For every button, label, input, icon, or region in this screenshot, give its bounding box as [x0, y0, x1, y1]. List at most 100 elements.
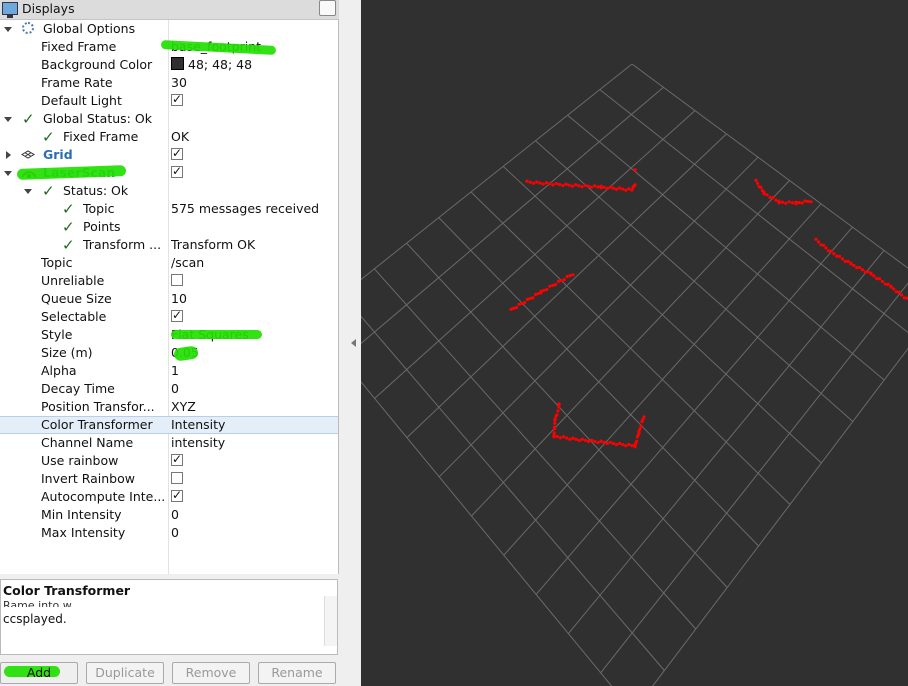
- scan-point: [816, 240, 821, 244]
- tree-row-channel-name[interactable]: Channel Name intensity: [0, 434, 338, 452]
- unreliable-label: Unreliable: [41, 273, 105, 288]
- autocompute-intensity-checkbox[interactable]: [171, 488, 183, 502]
- duplicate-button[interactable]: Duplicate: [86, 662, 164, 684]
- tree-row-background-color[interactable]: Background Color 48; 48; 48: [0, 56, 338, 74]
- tree-row-max-intensity[interactable]: Max Intensity 0: [0, 524, 338, 542]
- add-button[interactable]: Add: [0, 662, 78, 684]
- float-panel-button[interactable]: [319, 0, 336, 16]
- alpha-value[interactable]: 1: [171, 362, 179, 380]
- tree-row-queue-size[interactable]: Queue Size 10: [0, 290, 338, 308]
- tree-row-style[interactable]: Style Flat Squares: [0, 326, 338, 344]
- topic-label: Topic: [41, 255, 73, 270]
- frame-rate-value[interactable]: 30: [171, 74, 187, 92]
- scan-point: [624, 444, 628, 448]
- tree-row-grid[interactable]: Grid: [0, 146, 338, 164]
- tree-row-global-options[interactable]: Global Options: [0, 20, 338, 38]
- scan-point: [548, 182, 552, 186]
- tree-row-status-topic[interactable]: ✓ Topic 575 messages received: [0, 200, 338, 218]
- size-label: Size (m): [41, 345, 93, 360]
- expand-arrow-icon[interactable]: [4, 117, 12, 122]
- scan-point: [553, 417, 557, 421]
- expand-arrow-icon[interactable]: [24, 189, 32, 194]
- channel-name-value[interactable]: intensity: [171, 434, 225, 452]
- collapse-left-icon[interactable]: [351, 339, 356, 347]
- status-ok-check-icon: ✓: [42, 128, 55, 146]
- grid-line: [361, 63, 633, 281]
- global-options-label: Global Options: [43, 21, 136, 36]
- expand-arrow-icon[interactable]: [4, 171, 12, 176]
- tree-row-min-intensity[interactable]: Min Intensity 0: [0, 506, 338, 524]
- description-scrollbar[interactable]: [324, 596, 337, 646]
- scan-point: [794, 200, 798, 204]
- scan-point: [599, 439, 603, 443]
- position-transformer-value[interactable]: XYZ: [171, 398, 196, 416]
- scan-point: [512, 306, 516, 310]
- viewport-canvas[interactable]: [361, 0, 908, 686]
- scan-point: [589, 185, 594, 189]
- scan-point: [599, 184, 603, 188]
- scan-point: [525, 297, 529, 301]
- tree-row-color-transformer[interactable]: Color Transformer Intensity: [0, 416, 338, 434]
- tree-row-decay-time[interactable]: Decay Time 0: [0, 380, 338, 398]
- unreliable-checkbox[interactable]: [171, 274, 183, 286]
- tree-row-position-transformer[interactable]: Position Transfor... XYZ: [0, 398, 338, 416]
- scan-point: [528, 180, 532, 184]
- tree-row-use-rainbow[interactable]: Use rainbow: [0, 452, 338, 470]
- topic-value[interactable]: /scan: [171, 254, 204, 272]
- tree-row-default-light[interactable]: Default Light: [0, 92, 338, 110]
- tree-row-status-fixed-frame[interactable]: ✓ Fixed Frame OK: [0, 128, 338, 146]
- tree-row-frame-rate[interactable]: Frame Rate 30: [0, 74, 338, 92]
- scan-point: [614, 187, 619, 191]
- default-light-checkbox[interactable]: [171, 92, 183, 106]
- color-transformer-value[interactable]: Intensity: [171, 416, 225, 434]
- panel-collapse-handle[interactable]: [339, 0, 361, 686]
- tree-row-size[interactable]: Size (m) 0.05: [0, 344, 338, 362]
- scan-point: [635, 439, 639, 443]
- tree-row-unreliable[interactable]: Unreliable: [0, 272, 338, 290]
- scan-point: [835, 254, 839, 258]
- tree-row-topic[interactable]: Topic /scan: [0, 254, 338, 272]
- scan-point: [608, 440, 612, 444]
- min-intensity-label: Min Intensity: [41, 507, 122, 522]
- scan-point: [533, 292, 538, 297]
- selectable-checkbox[interactable]: [171, 308, 183, 322]
- scan-point: [624, 188, 628, 192]
- tree-row-status-points[interactable]: ✓ Points: [0, 218, 338, 236]
- laserscan-enabled-checkbox[interactable]: [171, 164, 183, 178]
- queue-size-value[interactable]: 10: [171, 290, 187, 308]
- tree-row-global-status[interactable]: ✓ Global Status: Ok: [0, 110, 338, 128]
- use-rainbow-checkbox[interactable]: [171, 452, 183, 466]
- scan-point: [542, 288, 546, 292]
- scan-point: [536, 292, 540, 296]
- tree-row-invert-rainbow[interactable]: Invert Rainbow: [0, 470, 338, 488]
- tree-row-status-transform[interactable]: ✓ Transform ... Transform OK: [0, 236, 338, 254]
- scan-point: [784, 201, 788, 205]
- max-intensity-value[interactable]: 0: [171, 524, 179, 542]
- grid-line: [361, 86, 664, 345]
- tree-row-autocompute[interactable]: Autocompute Inte...: [0, 488, 338, 506]
- panel-splitter[interactable]: .....: [0, 574, 339, 583]
- scan-point: [617, 441, 622, 445]
- scan-point: [531, 181, 536, 185]
- scan-point: [840, 257, 845, 261]
- min-intensity-value[interactable]: 0: [171, 506, 179, 524]
- background-color-label: Background Color: [41, 57, 153, 72]
- decay-time-value[interactable]: 0: [171, 380, 179, 398]
- tree-row-laserscan-status[interactable]: ✓ Status: Ok: [0, 182, 338, 200]
- scan-point: [821, 243, 826, 247]
- remove-button[interactable]: Remove: [172, 662, 250, 684]
- rename-button[interactable]: Rename: [258, 662, 336, 684]
- 3d-viewport[interactable]: [361, 0, 908, 686]
- tree-row-alpha[interactable]: Alpha 1: [0, 362, 338, 380]
- background-color-value[interactable]: 48; 48; 48: [171, 56, 252, 74]
- tree-row-selectable[interactable]: Selectable: [0, 308, 338, 326]
- selectable-label: Selectable: [41, 309, 107, 324]
- scan-point: [863, 270, 867, 274]
- grid-enabled-checkbox[interactable]: [171, 146, 183, 160]
- scan-point: [627, 442, 631, 447]
- scan-point: [860, 268, 865, 272]
- grid-lines: [361, 63, 908, 686]
- invert-rainbow-checkbox[interactable]: [171, 472, 183, 484]
- expand-arrow-icon[interactable]: [4, 27, 12, 32]
- collapse-arrow-icon[interactable]: [6, 151, 11, 159]
